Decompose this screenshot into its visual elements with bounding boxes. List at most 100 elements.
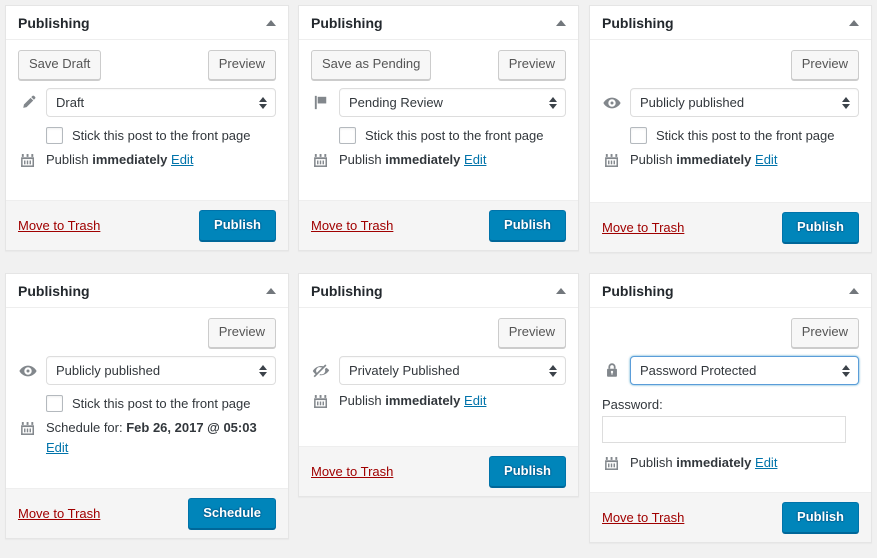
- edit-date-link[interactable]: Edit: [755, 455, 777, 470]
- sticky-post-label: Stick this post to the front page: [72, 396, 251, 411]
- publish-date-row: Publish immediately Edit: [18, 150, 276, 170]
- eye-slash-icon: [311, 361, 331, 381]
- status-select[interactable]: Pending Review: [339, 88, 566, 117]
- status-select-wrapper: Publicly published: [630, 88, 859, 117]
- publishing-panel: Publishing Preview Privately Published Publ…: [298, 273, 579, 497]
- publish-date-row: Publish immediately Edit: [602, 150, 859, 170]
- sticky-post-checkbox[interactable]: [46, 127, 63, 144]
- publish-button[interactable]: Publish: [489, 455, 566, 487]
- status-select[interactable]: Publicly published: [630, 88, 859, 117]
- publish-button[interactable]: Publish: [782, 211, 859, 243]
- publish-date-text: Publish immediately Edit: [630, 150, 777, 170]
- sticky-post-row: Stick this post to the front page: [46, 395, 276, 412]
- visibility-row: Password Protected: [602, 356, 859, 385]
- publishing-panel: Publishing Preview Password Protected Passw…: [589, 273, 872, 543]
- publishing-panel: Publishing Save as Pending Preview Pending …: [298, 5, 579, 251]
- sticky-post-label: Stick this post to the front page: [72, 128, 251, 143]
- panel-body: Save Draft Preview Draft Stick this post to…: [6, 40, 288, 182]
- panel-footer: Move to Trash Publish: [6, 199, 288, 250]
- publish-button[interactable]: Publish: [199, 209, 276, 241]
- triangle-up-icon[interactable]: [556, 287, 566, 294]
- publish-date-value: immediately: [385, 152, 461, 167]
- pencil-icon: [18, 93, 38, 113]
- panel-title: Publishing: [18, 282, 90, 299]
- publish-date-prefix: Publish: [339, 152, 386, 167]
- edit-date-link[interactable]: Edit: [464, 152, 486, 167]
- publish-date-value: immediately: [385, 393, 461, 408]
- panel-footer: Move to Trash Publish: [590, 491, 871, 542]
- triangle-up-icon[interactable]: [556, 19, 566, 26]
- sticky-post-label: Stick this post to the front page: [656, 128, 835, 143]
- status-select[interactable]: Publicly published: [46, 356, 276, 385]
- status-select[interactable]: Privately Published: [339, 356, 566, 385]
- password-input[interactable]: [602, 416, 846, 443]
- publishing-panel: Publishing Preview Publicly published Stick…: [5, 273, 289, 539]
- move-to-trash-link[interactable]: Move to Trash: [311, 218, 393, 233]
- sticky-post-label: Stick this post to the front page: [365, 128, 544, 143]
- publish-date-prefix: Publish: [339, 393, 386, 408]
- visibility-row: Draft: [18, 88, 276, 117]
- panel-header: Publishing: [6, 6, 288, 40]
- publish-date-row: Publish immediately Edit: [602, 453, 859, 473]
- password-label: Password:: [602, 397, 663, 412]
- panel-header: Publishing: [299, 6, 578, 40]
- panel-footer: Move to Trash Schedule: [6, 487, 288, 538]
- status-select-wrapper: Pending Review: [339, 88, 566, 117]
- triangle-up-icon[interactable]: [849, 287, 859, 294]
- eye-icon: [602, 93, 622, 113]
- status-select-wrapper: Draft: [46, 88, 276, 117]
- preview-button[interactable]: Preview: [497, 50, 566, 80]
- edit-date-link[interactable]: Edit: [464, 393, 486, 408]
- preview-button[interactable]: Preview: [790, 318, 859, 348]
- lock-icon: [602, 361, 622, 381]
- status-select[interactable]: Draft: [46, 88, 276, 117]
- action-button-row: Save Draft Preview: [18, 50, 276, 80]
- action-button-row: Preview: [602, 50, 859, 80]
- panel-header: Publishing: [590, 274, 871, 308]
- publish-date-text: Publish immediately Edit: [339, 150, 486, 170]
- publish-date-value: immediately: [676, 152, 752, 167]
- triangle-up-icon[interactable]: [266, 19, 276, 26]
- publish-date-value: Feb 26, 2017 @ 05:03: [126, 420, 257, 435]
- publish-date-text: Schedule for: Feb 26, 2017 @ 05:03 Edit: [46, 418, 257, 458]
- triangle-up-icon[interactable]: [266, 287, 276, 294]
- publish-date-prefix: Publish: [630, 152, 677, 167]
- status-select-wrapper: Publicly published: [46, 356, 276, 385]
- move-to-trash-link[interactable]: Move to Trash: [18, 218, 100, 233]
- edit-date-link[interactable]: Edit: [171, 152, 193, 167]
- publish-button[interactable]: Publish: [489, 209, 566, 241]
- panel-body: Preview Password Protected Password: Publis…: [590, 308, 871, 485]
- publish-date-text: Publish immediately Edit: [339, 391, 486, 411]
- move-to-trash-link[interactable]: Move to Trash: [18, 506, 100, 521]
- sticky-post-checkbox[interactable]: [630, 127, 647, 144]
- sticky-post-checkbox[interactable]: [339, 127, 356, 144]
- visibility-row: Privately Published: [311, 356, 566, 385]
- save-button[interactable]: Save as Pending: [311, 50, 432, 80]
- preview-button[interactable]: Preview: [497, 318, 566, 348]
- sticky-post-checkbox[interactable]: [46, 395, 63, 412]
- publish-date-text: Publish immediately Edit: [630, 453, 777, 473]
- calendar-icon: [602, 453, 622, 473]
- panel-body: Preview Privately Published Publish immedi…: [299, 308, 578, 423]
- preview-button[interactable]: Preview: [790, 50, 859, 80]
- edit-date-link[interactable]: Edit: [46, 440, 68, 455]
- panel-header: Publishing: [590, 6, 871, 40]
- move-to-trash-link[interactable]: Move to Trash: [311, 464, 393, 479]
- visibility-row: Publicly published: [602, 88, 859, 117]
- publish-button[interactable]: Schedule: [188, 497, 276, 529]
- panel-header: Publishing: [299, 274, 578, 308]
- triangle-up-icon[interactable]: [849, 19, 859, 26]
- move-to-trash-link[interactable]: Move to Trash: [602, 220, 684, 235]
- status-select[interactable]: Password Protected: [630, 356, 859, 385]
- calendar-icon: [602, 150, 622, 170]
- preview-button[interactable]: Preview: [207, 318, 276, 348]
- status-select-wrapper: Privately Published: [339, 356, 566, 385]
- publish-button[interactable]: Publish: [782, 501, 859, 533]
- move-to-trash-link[interactable]: Move to Trash: [602, 510, 684, 525]
- preview-button[interactable]: Preview: [207, 50, 276, 80]
- edit-date-link[interactable]: Edit: [755, 152, 777, 167]
- action-button-row: Preview: [18, 318, 276, 348]
- save-button[interactable]: Save Draft: [18, 50, 102, 80]
- publish-date-prefix: Schedule for:: [46, 420, 127, 435]
- publish-date-row: Publish immediately Edit: [311, 391, 566, 411]
